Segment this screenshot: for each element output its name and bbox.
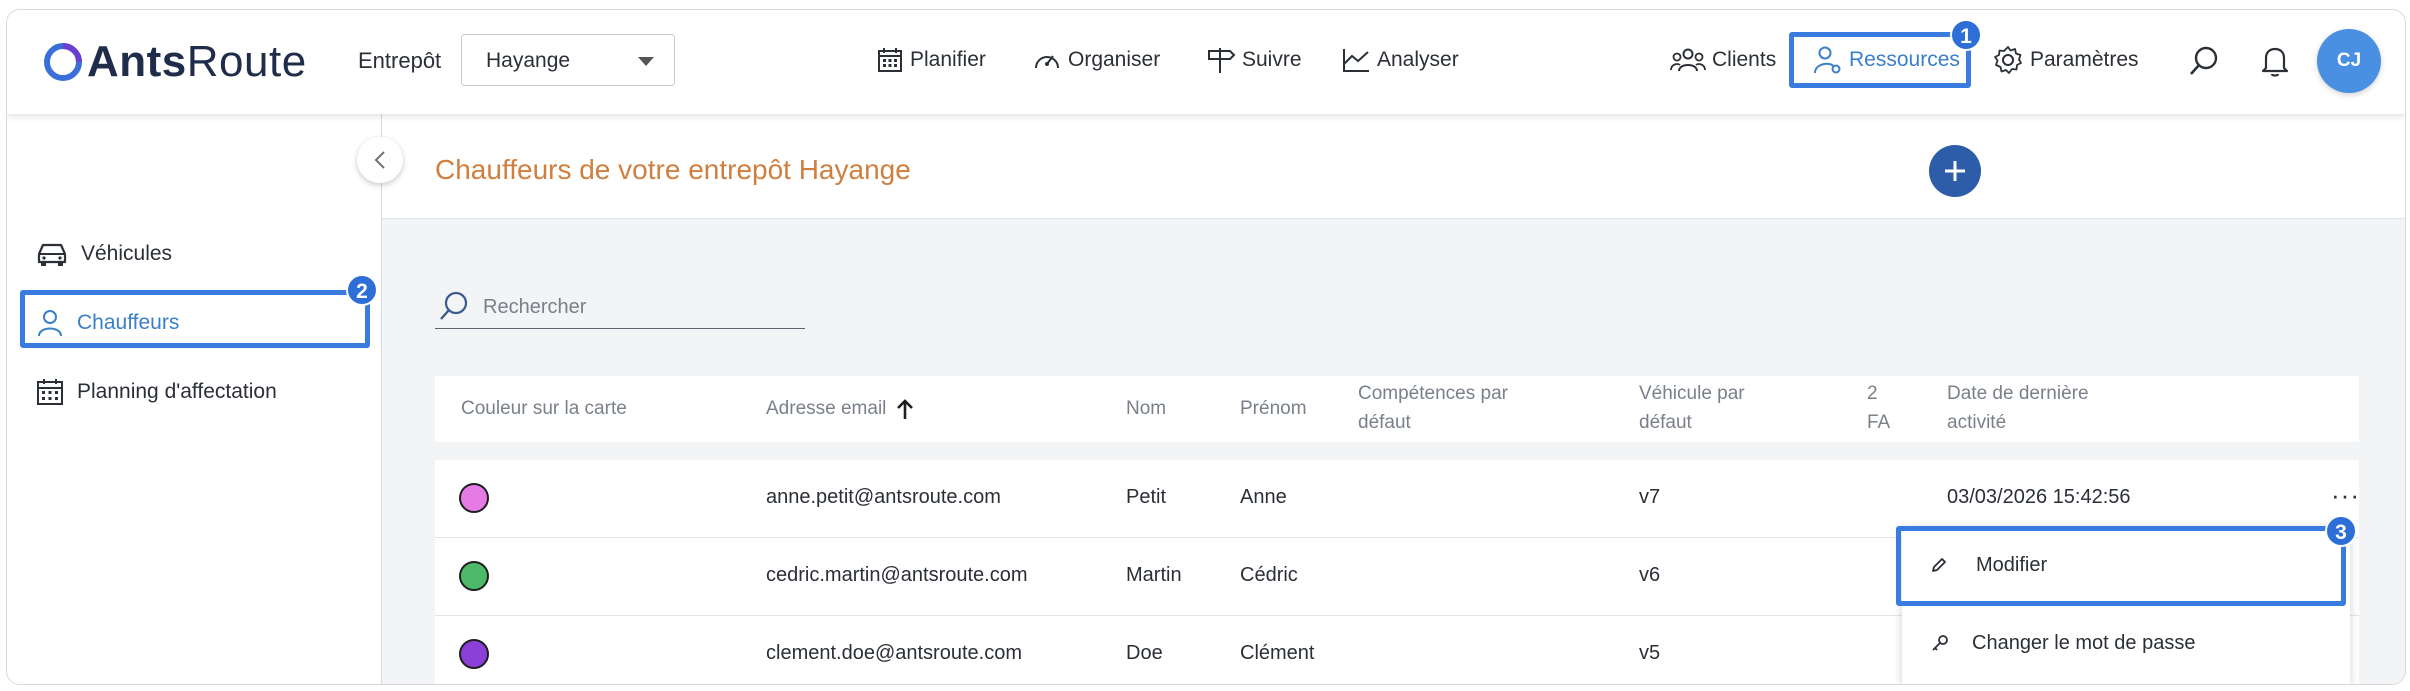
cell-nom: Petit (1126, 486, 1167, 508)
menu-item-changer-mot-de-passe[interactable]: Changer le mot de passe (1902, 604, 2350, 682)
row-more-button[interactable]: ··· (2331, 480, 2360, 511)
page-title: Chauffeurs de votre entrepôt Hayange (435, 154, 911, 185)
users-group-icon (1670, 48, 1706, 72)
signpost-icon (1208, 48, 1236, 73)
sidebar-item-vehicules-label: Véhicules (81, 242, 173, 265)
column-activite[interactable]: Date de dernière activité (1947, 379, 2089, 437)
nav-organiser-label: Organiser (1068, 48, 1161, 71)
antsroute-logo[interactable]: AntsRoute (43, 36, 307, 88)
calendar-icon (878, 48, 902, 72)
menu-item-changer-label: Changer le mot de passe (1972, 631, 2196, 654)
entrepot-label: Entrepôt (358, 48, 442, 73)
gear-icon (1994, 46, 2022, 74)
chart-icon (1343, 49, 1369, 72)
column-vehicule-line1: Véhicule par (1639, 383, 1745, 404)
logo-icon (44, 43, 82, 81)
user-avatar[interactable]: CJ (2317, 29, 2381, 93)
column-vehicule-line2: défaut (1639, 412, 1692, 433)
nav-suivre[interactable]: Suivre (1206, 40, 1302, 80)
nav-parametres[interactable]: Paramètres (1992, 40, 2139, 80)
annotation-badge-3: 3 (2325, 515, 2357, 547)
column-2fa[interactable]: 2 FA (1867, 379, 1890, 437)
sidebar-item-planning-label: Planning d'affectation (77, 380, 277, 403)
color-dot (459, 639, 489, 669)
column-email-label: Adresse email (766, 398, 887, 419)
column-email[interactable]: Adresse email (766, 394, 914, 423)
car-icon (37, 243, 67, 266)
top-header: AntsRoute Entrepôt Hayange Planifier Org… (7, 10, 2405, 114)
app-window: AntsRoute Entrepôt Hayange Planifier Org… (6, 9, 2406, 685)
search-button[interactable] (2187, 44, 2221, 83)
plus-icon (1945, 161, 1965, 181)
title-bar: Chauffeurs de votre entrepôt Hayange (382, 114, 2405, 219)
color-dot (459, 561, 489, 591)
column-2fa-line1: 2 (1867, 383, 1878, 404)
column-vehicule[interactable]: Véhicule par défaut (1639, 379, 1745, 437)
add-driver-button[interactable] (1929, 145, 1981, 197)
sort-ascending-icon (897, 398, 914, 419)
annotation-box-2 (20, 290, 370, 348)
cell-vehicule: v7 (1639, 486, 1661, 508)
cell-email: cedric.martin@antsroute.com (766, 564, 1028, 586)
table-header: Couleur sur la carte Adresse email Nom P… (435, 376, 2359, 442)
cell-prenom: Anne (1240, 486, 1287, 508)
column-competences[interactable]: Compétences par défaut (1358, 379, 1508, 437)
column-competences-line1: Compétences par (1358, 383, 1508, 404)
annotation-badge-1: 1 (1950, 19, 1982, 51)
search-icon (440, 291, 468, 320)
nav-planifier-label: Planifier (910, 48, 986, 71)
speedometer-icon (1035, 55, 1059, 69)
column-activite-line2: activité (1947, 412, 2007, 433)
cell-email: anne.petit@antsroute.com (766, 486, 1001, 508)
column-prenom[interactable]: Prénom (1240, 394, 1307, 423)
cell-nom: Doe (1126, 642, 1163, 664)
cell-prenom: Clément (1240, 642, 1315, 664)
nav-planifier[interactable]: Planifier (876, 40, 986, 80)
nav-organiser[interactable]: Organiser (1032, 40, 1160, 80)
entrepot-select[interactable]: Hayange (461, 34, 675, 86)
chevron-left-icon (374, 151, 385, 169)
sidebar-item-vehicules[interactable]: Véhicules (35, 234, 172, 274)
column-couleur[interactable]: Couleur sur la carte (461, 394, 627, 423)
cell-activite: 03/03/2026 15:42:56 (1947, 486, 2131, 508)
search-placeholder: Rechercher (483, 296, 587, 318)
column-competences-line2: défaut (1358, 412, 1411, 433)
bell-icon (2261, 47, 2289, 77)
nav-analyser-label: Analyser (1377, 48, 1459, 71)
cell-email: clement.doe@antsroute.com (766, 642, 1022, 664)
column-2fa-line2: FA (1867, 412, 1891, 433)
caret-down-icon (638, 57, 654, 66)
search-icon (2190, 46, 2218, 75)
column-activite-line1: Date de dernière (1947, 383, 2089, 404)
collapse-sidebar-button[interactable] (357, 137, 403, 183)
nav-clients-label: Clients (1712, 48, 1777, 71)
color-dot (459, 483, 489, 513)
nav-parametres-label: Paramètres (2030, 48, 2139, 71)
annotation-box-3 (1896, 526, 2346, 606)
annotation-badge-2: 2 (346, 274, 378, 306)
logo-text: AntsRoute (87, 37, 307, 86)
annotation-box-1 (1789, 32, 1971, 88)
cell-prenom: Cédric (1240, 564, 1298, 586)
calendar-icon (37, 379, 63, 405)
search-field[interactable]: Rechercher (435, 284, 805, 329)
key-icon (1932, 635, 1948, 651)
cell-vehicule: v5 (1639, 642, 1661, 664)
sidebar: Véhicules Chauffeurs 2 Planning d'affect… (7, 114, 382, 684)
sidebar-item-planning[interactable]: Planning d'affectation (35, 372, 277, 412)
column-nom[interactable]: Nom (1126, 394, 1166, 423)
entrepot-select-value: Hayange (486, 49, 571, 72)
cell-nom: Martin (1126, 564, 1182, 586)
nav-clients[interactable]: Clients (1670, 40, 1776, 80)
cell-vehicule: v6 (1639, 564, 1661, 586)
notifications-button[interactable] (2260, 44, 2290, 83)
nav-suivre-label: Suivre (1242, 48, 1302, 71)
nav-analyser[interactable]: Analyser (1341, 40, 1459, 80)
